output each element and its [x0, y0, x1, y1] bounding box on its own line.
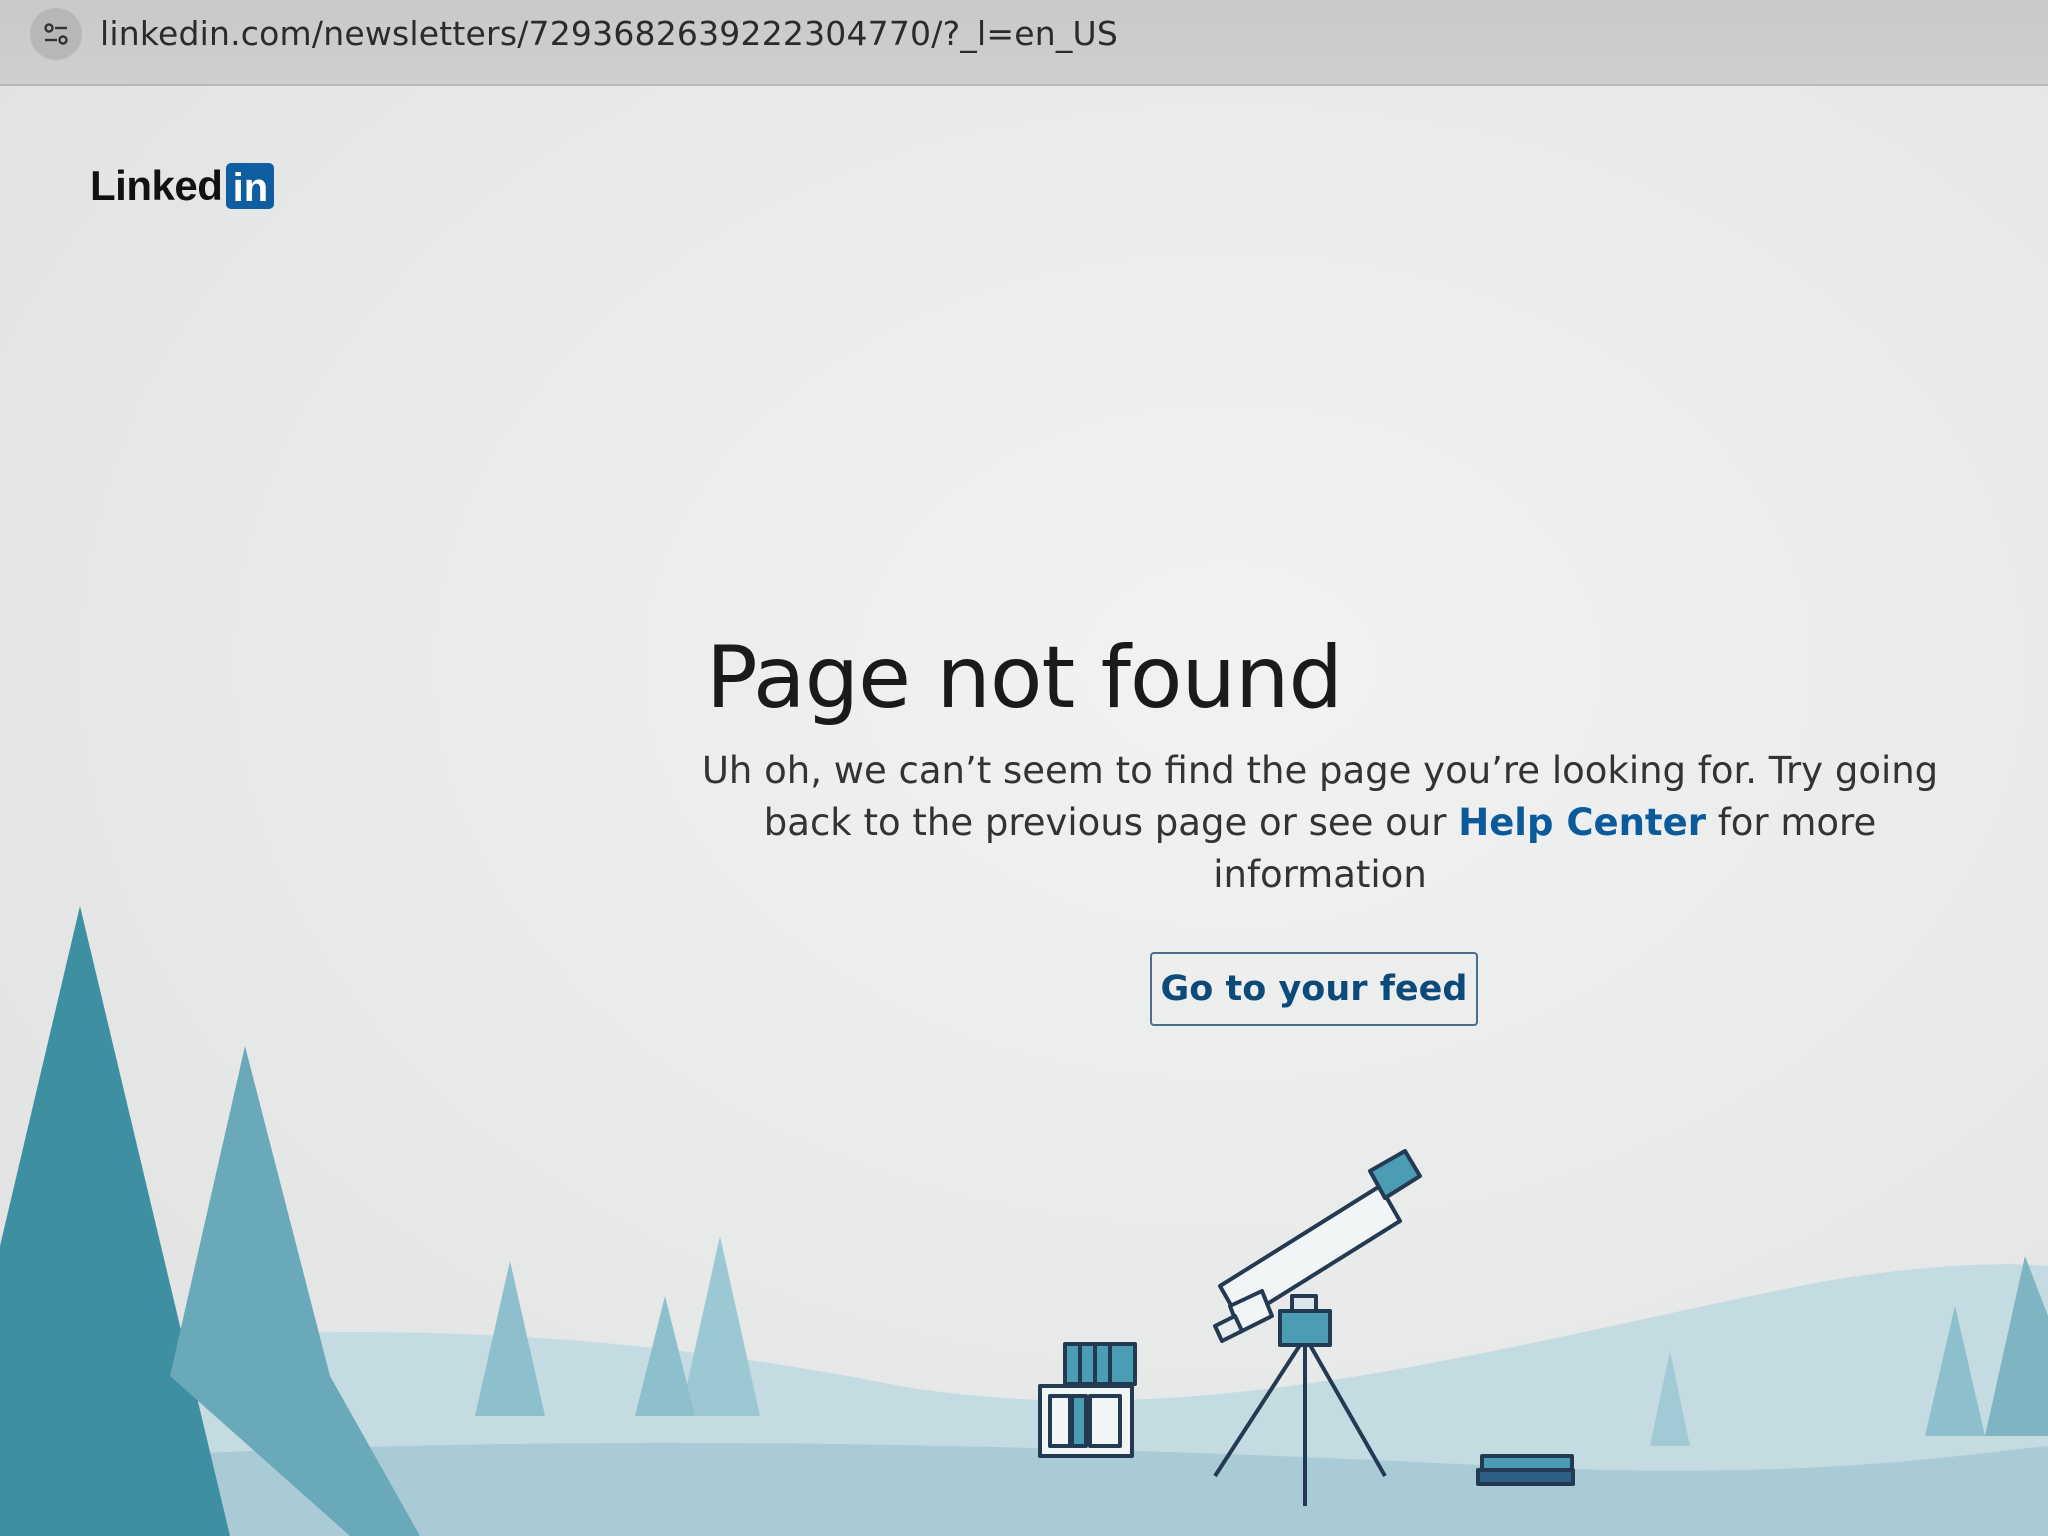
tune-icon [44, 23, 68, 45]
logo-in-badge: in [226, 163, 275, 210]
page-title: Page not found [705, 627, 1343, 728]
books-icon [1476, 1454, 1575, 1486]
help-center-link[interactable]: Help Center [1458, 801, 1706, 844]
pine-tree-icon [680, 1236, 760, 1416]
go-to-feed-button[interactable]: Go to your feed [1150, 952, 1478, 1026]
pine-tree-icon [0, 906, 230, 1536]
page-content: Linked in Page not found Uh oh, we can’t… [0, 86, 2048, 1536]
browser-address-bar: linkedin.com/newsletters/729368263922230… [0, 0, 2048, 86]
linkedin-logo[interactable]: Linked in [90, 162, 275, 210]
url-field[interactable]: linkedin.com/newsletters/729368263922230… [100, 14, 1118, 53]
logo-wordmark: Linked [90, 162, 223, 209]
site-info-button[interactable] [30, 8, 82, 60]
error-message: Uh oh, we can’t seem to find the page yo… [700, 745, 1940, 901]
bookshelf-icon [1038, 1342, 1137, 1458]
